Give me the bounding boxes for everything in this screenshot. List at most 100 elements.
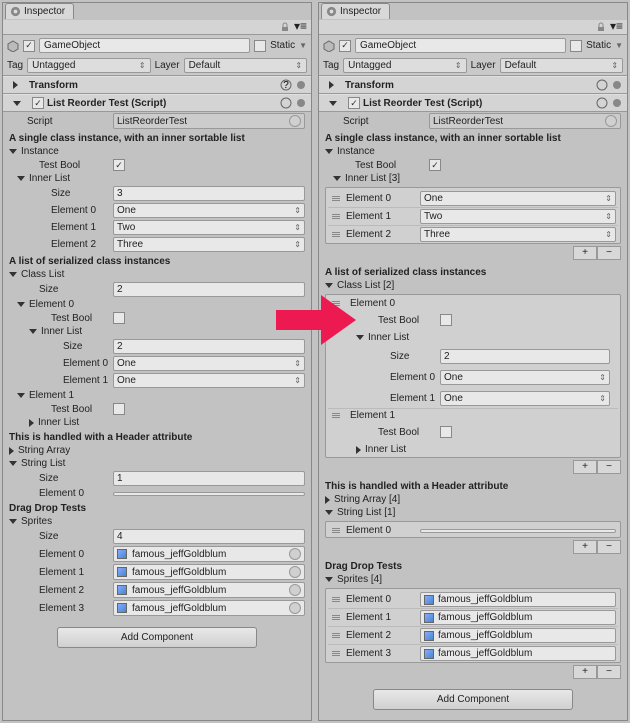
list-item[interactable]: Element 0famous_jeffGoldblum (328, 591, 618, 609)
element-field[interactable]: One⇕ (113, 356, 305, 371)
sprites-foldout[interactable]: Sprites [4] (319, 573, 627, 586)
size-field[interactable]: 2 (440, 349, 610, 364)
script-field[interactable]: ListReorderTest (113, 113, 305, 129)
sprites-foldout[interactable]: Sprites (3, 515, 311, 528)
drag-handle-icon[interactable] (330, 597, 342, 602)
layer-dropdown[interactable]: Default⇕ (184, 58, 307, 73)
element-field[interactable]: One⇕ (420, 191, 616, 206)
drag-handle-icon[interactable] (330, 214, 342, 219)
gear-icon[interactable] (611, 79, 623, 91)
sprite-field[interactable]: famous_jeffGoldblum (420, 628, 616, 643)
panel-menu-icon[interactable]: ▾≡ (610, 22, 623, 32)
instance-foldout[interactable]: Instance (3, 145, 311, 158)
static-checkbox[interactable] (254, 40, 266, 52)
list-add-button[interactable]: + (573, 246, 597, 260)
drag-handle-icon[interactable] (330, 232, 342, 237)
sprite-field[interactable]: famous_jeffGoldblum (420, 592, 616, 607)
inspector-tab[interactable]: Inspector (5, 3, 74, 19)
object-picker-icon[interactable] (289, 115, 301, 127)
size-field[interactable]: 1 (113, 471, 305, 486)
list-item[interactable]: Element 3famous_jeffGoldblum (328, 645, 618, 662)
list-item[interactable]: Element 0One⇕ (328, 190, 618, 208)
instance-foldout[interactable]: Instance (319, 145, 627, 158)
list-remove-button[interactable]: − (597, 246, 621, 260)
list-item[interactable]: Element 2Three⇕ (328, 226, 618, 243)
element-field[interactable] (420, 529, 616, 533)
testbool-checkbox[interactable] (113, 403, 125, 415)
innerlist-foldout[interactable]: Inner List (330, 331, 616, 344)
element-field[interactable]: Three⇕ (113, 237, 305, 252)
innerlist-foldout[interactable]: Inner List [3] (319, 172, 627, 185)
innerlist-foldout[interactable]: Inner List (330, 443, 616, 456)
list-item[interactable]: Element 0 (328, 524, 618, 537)
list-add-button[interactable]: + (573, 665, 597, 679)
sprite-field[interactable]: famous_jeffGoldblum (113, 582, 305, 598)
element-field[interactable]: One⇕ (440, 391, 610, 406)
panel-menu-icon[interactable]: ▾≡ (294, 22, 307, 32)
static-checkbox[interactable] (570, 40, 582, 52)
help-icon[interactable]: ? (280, 79, 292, 91)
script-field[interactable]: ListReorderTest (429, 113, 621, 129)
element-field[interactable]: Two⇕ (113, 220, 305, 235)
element-field[interactable]: One⇕ (113, 373, 305, 388)
element0-foldout[interactable]: Element 0 (3, 298, 311, 311)
sprite-field[interactable]: famous_jeffGoldblum (420, 646, 616, 661)
gear-icon[interactable] (611, 97, 623, 109)
list-remove-button[interactable]: − (597, 460, 621, 474)
list-remove-button[interactable]: − (597, 540, 621, 554)
sprite-field[interactable]: famous_jeffGoldblum (113, 564, 305, 580)
add-component-button[interactable]: Add Component (57, 627, 257, 648)
transform-header[interactable]: Transform ? (3, 76, 311, 94)
sprite-field[interactable]: famous_jeffGoldblum (113, 600, 305, 616)
static-dropdown-icon[interactable]: ▼ (299, 41, 307, 50)
element-field[interactable]: Two⇕ (420, 209, 616, 224)
component-enabled-checkbox[interactable] (32, 97, 44, 109)
stringarray-foldout[interactable]: String Array [4] (319, 493, 627, 506)
layer-dropdown[interactable]: Default⇕ (500, 58, 623, 73)
element-field[interactable]: One⇕ (440, 370, 610, 385)
drag-handle-icon[interactable] (330, 196, 342, 201)
innerlist-foldout[interactable]: Inner List (3, 416, 311, 429)
component-enabled-checkbox[interactable] (348, 97, 360, 109)
sprite-field[interactable]: famous_jeffGoldblum (420, 610, 616, 625)
drag-handle-icon[interactable] (330, 528, 342, 533)
testbool-checkbox[interactable] (113, 159, 125, 171)
list-add-button[interactable]: + (573, 460, 597, 474)
list-item[interactable]: Element 1Two⇕ (328, 208, 618, 226)
size-field[interactable]: 4 (113, 529, 305, 544)
transform-header[interactable]: Transform (319, 76, 627, 94)
sprite-field[interactable]: famous_jeffGoldblum (113, 546, 305, 562)
innerlist-foldout[interactable]: Inner List (3, 172, 311, 185)
static-dropdown-icon[interactable]: ▼ (615, 41, 623, 50)
classlist-foldout[interactable]: Class List [2] (319, 279, 627, 292)
stringarray-foldout[interactable]: String Array (3, 444, 311, 457)
lock-icon[interactable] (280, 22, 290, 32)
list-item[interactable]: Element 1famous_jeffGoldblum (328, 609, 618, 627)
gear-icon[interactable] (295, 97, 307, 109)
script-component-header[interactable]: List Reorder Test (Script) (3, 94, 311, 112)
element1-foldout[interactable]: Element 1 (3, 389, 311, 402)
gear-icon[interactable] (295, 79, 307, 91)
element-field[interactable]: Three⇕ (420, 227, 616, 242)
tag-dropdown[interactable]: Untagged⇕ (27, 58, 150, 73)
active-checkbox[interactable] (23, 40, 35, 52)
element-field[interactable]: One⇕ (113, 203, 305, 218)
element-field[interactable] (113, 492, 305, 496)
add-component-button[interactable]: Add Component (373, 689, 573, 710)
list-add-button[interactable]: + (573, 540, 597, 554)
inspector-tab[interactable]: Inspector (321, 3, 390, 19)
help-icon[interactable] (280, 97, 292, 109)
help-icon[interactable] (596, 97, 608, 109)
innerlist-foldout[interactable]: Inner List (3, 325, 311, 338)
help-icon[interactable] (596, 79, 608, 91)
list-item[interactable]: Element 2famous_jeffGoldblum (328, 627, 618, 645)
tag-dropdown[interactable]: Untagged⇕ (343, 58, 466, 73)
list-remove-button[interactable]: − (597, 665, 621, 679)
testbool-checkbox[interactable] (440, 426, 452, 438)
list-item[interactable]: Element 1 Test Bool Inner List (328, 409, 618, 457)
object-picker-icon[interactable] (289, 548, 301, 560)
list-item[interactable]: Element 0 Test Bool Inner List Size2 Ele… (328, 297, 618, 409)
size-field[interactable]: 3 (113, 186, 305, 201)
active-checkbox[interactable] (339, 40, 351, 52)
classlist-foldout[interactable]: Class List (3, 268, 311, 281)
